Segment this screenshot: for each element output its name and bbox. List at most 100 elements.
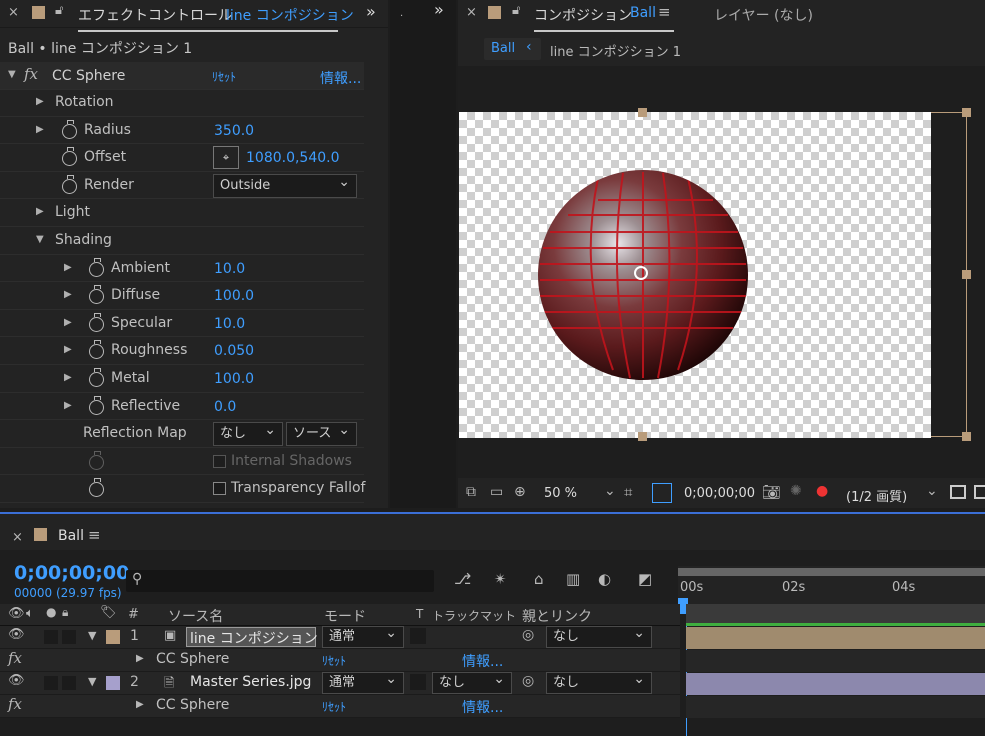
solo-icon[interactable]: ● (46, 605, 56, 619)
property-value[interactable]: 350.0 (214, 123, 254, 139)
checkbox[interactable] (213, 482, 226, 496)
preserve-transparency-toggle[interactable] (410, 628, 426, 644)
resolution-select[interactable]: (1/2 画質) ⌄ (842, 483, 942, 505)
monitor-icon[interactable]: ▭ (490, 484, 503, 500)
property-value[interactable]: 10.0 (214, 316, 245, 332)
expand-triangle-icon[interactable]: ▶ (36, 206, 44, 217)
stopwatch-icon[interactable] (89, 312, 104, 332)
stopwatch-icon[interactable] (89, 478, 104, 498)
draft-3d-icon[interactable]: ✴ (494, 570, 507, 588)
breadcrumb-active[interactable]: Ball ‹ (484, 38, 541, 60)
expand-triangle-icon[interactable]: ▶ (36, 124, 44, 135)
bounding-handle[interactable] (638, 432, 647, 441)
reflection-map-source-select[interactable]: ソース (286, 419, 357, 447)
parent-select[interactable]: なし (546, 669, 652, 694)
stopwatch-icon[interactable] (62, 174, 77, 194)
expand-triangle-icon[interactable]: ▶ (64, 400, 72, 411)
col-number[interactable]: # (128, 607, 139, 622)
parent-select[interactable]: なし (546, 623, 652, 648)
property-value[interactable]: 100.0 (214, 371, 254, 387)
stopwatch-icon[interactable] (89, 340, 104, 360)
timeline-tab[interactable]: Ball (58, 528, 84, 544)
reflection-map-layer-select[interactable]: なし (213, 419, 283, 447)
composition-mini-flowchart-icon[interactable]: ⎇ (454, 570, 471, 588)
reset-link[interactable]: ﾘｾｯﾄ (212, 68, 236, 85)
blend-mode-select[interactable]: 通常 (322, 623, 404, 648)
lock-toggle[interactable] (62, 630, 76, 644)
expand-triangle-icon[interactable]: ▶ (64, 372, 72, 383)
lock-icon[interactable]: 🔓︎ (55, 3, 63, 18)
channel-icon[interactable]: ✺ (790, 483, 802, 499)
collapse-triangle-icon[interactable]: ▼ (88, 629, 96, 642)
collapse-triangle-icon[interactable]: ▼ (36, 234, 44, 245)
col-trackmatte[interactable]: トラックマット (432, 607, 516, 624)
close-icon[interactable]: × (12, 530, 23, 545)
expand-triangle-icon[interactable]: ▶ (64, 289, 72, 300)
eye-icon[interactable]: 👁︎ (8, 606, 25, 621)
reset-link[interactable]: ﾘｾｯﾄ (322, 698, 346, 715)
eye-icon[interactable]: 👁︎ (8, 673, 25, 688)
fit-view-icon[interactable] (950, 485, 966, 499)
fx-icon[interactable]: fx (8, 695, 22, 713)
tab-comp-name[interactable]: line コンポジション (226, 5, 354, 25)
comp-tab-name[interactable]: Ball (630, 5, 656, 21)
checkbox[interactable] (213, 454, 226, 468)
shy-icon[interactable]: ⌂ (534, 570, 544, 588)
close-icon[interactable]: × (8, 5, 19, 20)
time-ruler[interactable]: 00s 02s 04s (678, 566, 985, 614)
col-t[interactable]: T (416, 607, 423, 621)
property-value[interactable]: 1080.0,540.0 (246, 150, 340, 166)
close-icon[interactable]: × (466, 5, 477, 20)
mask-path-toggle[interactable] (652, 483, 672, 503)
preserve-transparency-toggle[interactable] (410, 674, 426, 690)
panel-overflow-icon[interactable]: » (366, 2, 376, 21)
mask-icon[interactable]: ⊕ (514, 484, 526, 500)
comp-tab-title[interactable]: コンポジション (534, 5, 632, 25)
layer-name[interactable]: Master Series.jpg (190, 674, 311, 690)
expand-triangle-icon[interactable]: ▶ (36, 96, 44, 107)
anchor-point-icon[interactable] (634, 266, 648, 280)
panel-overflow-icon[interactable]: » (434, 0, 444, 19)
collapse-triangle-icon[interactable]: ▼ (8, 69, 16, 80)
about-link[interactable]: 情報... (462, 651, 503, 671)
layer-tab[interactable]: レイヤー (なし) (714, 5, 813, 25)
solo-toggle[interactable] (44, 630, 58, 644)
label-tag-icon[interactable]: 🏷︎ (100, 605, 117, 620)
track-matte-select[interactable]: なし (432, 669, 512, 694)
current-time[interactable]: 0;00;00;00 (684, 486, 755, 501)
region-icon[interactable]: ⧉ (466, 484, 476, 500)
pickwhip-icon[interactable]: ◎ (522, 673, 534, 689)
layer-row[interactable]: 👁︎ ▼ 2 🗎︎ Master Series.jpg 通常 なし ◎ なし (0, 669, 680, 695)
col-parent[interactable]: 親とリンク (522, 606, 592, 626)
graph-editor-icon[interactable]: ◩ (638, 570, 652, 588)
layer-search-input[interactable]: ⚲ (126, 570, 434, 592)
layer-track-bar[interactable] (686, 673, 985, 695)
eye-icon[interactable]: 👁︎ (8, 627, 25, 642)
layer-row[interactable]: 👁︎ ▼ 1 ▣ line コンポジション 1通常 ◎ なし (0, 623, 680, 649)
solo-toggle[interactable] (44, 676, 58, 690)
expand-triangle-icon[interactable]: ▶ (136, 699, 144, 710)
stopwatch-icon[interactable] (89, 368, 104, 387)
timeline-timecode[interactable]: 0;00;00;00 (14, 562, 129, 584)
fx-icon[interactable]: fx (8, 649, 22, 667)
color-channels-icon[interactable]: ● (816, 483, 828, 499)
expand-triangle-icon[interactable]: ▶ (64, 317, 72, 328)
label-color-swatch[interactable] (106, 676, 120, 690)
audio-icon[interactable]: 🔈︎ (26, 606, 34, 621)
effect-controls-tab[interactable]: × 🔓︎ エフェクトコントロール line コンポジション » (0, 0, 388, 28)
fullscreen-icon[interactable] (974, 485, 985, 499)
stopwatch-icon[interactable] (62, 119, 77, 139)
work-area-bar[interactable] (678, 568, 985, 576)
stopwatch-icon[interactable] (89, 257, 104, 277)
lock-icon[interactable]: 🔒︎ (62, 605, 68, 620)
about-link[interactable]: 情報... (320, 68, 361, 88)
stopwatch-icon[interactable] (89, 395, 104, 415)
camera-icon[interactable]: 📷︎ (762, 483, 781, 501)
expand-triangle-icon[interactable]: ▶ (64, 262, 72, 273)
col-source-name[interactable]: ソース名 (168, 606, 223, 626)
lock-toggle[interactable] (62, 676, 76, 690)
about-link[interactable]: 情報... (462, 697, 503, 717)
grid-icon[interactable]: ⌗ (624, 483, 632, 501)
pickwhip-icon[interactable]: ◎ (522, 627, 534, 643)
collapse-triangle-icon[interactable]: ▼ (88, 675, 96, 688)
